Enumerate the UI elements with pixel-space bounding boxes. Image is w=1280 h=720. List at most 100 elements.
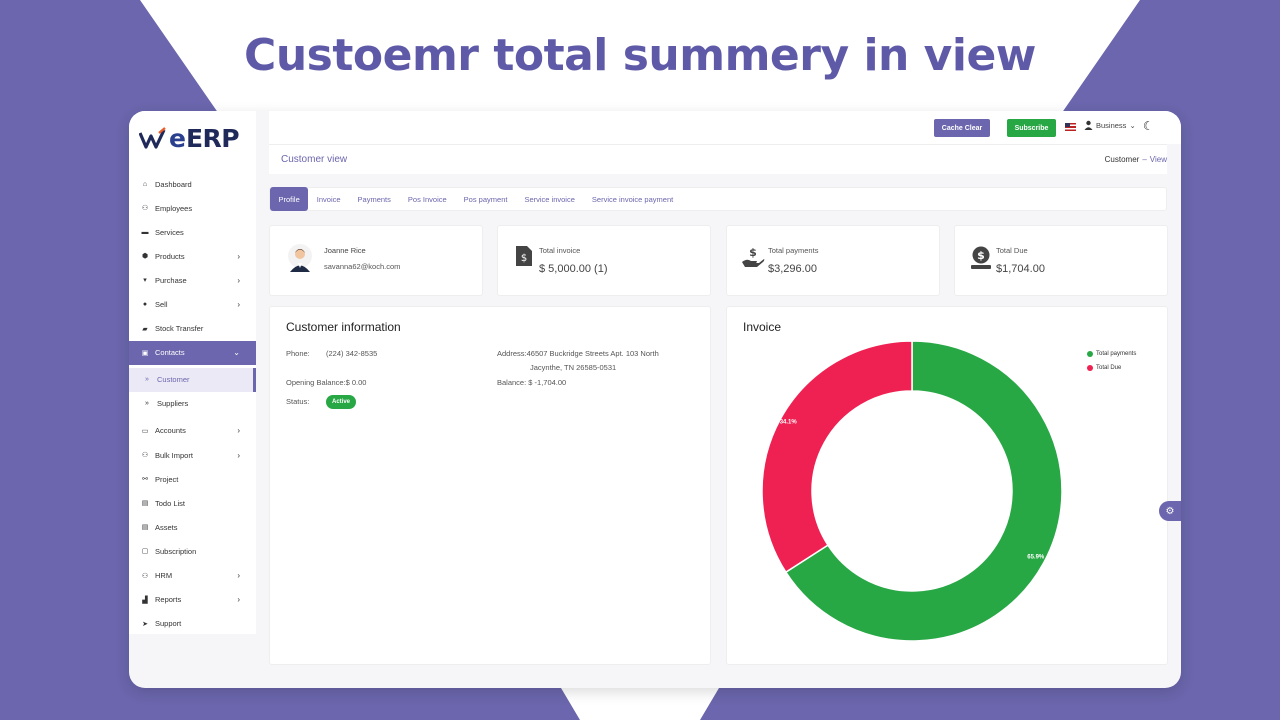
breadcrumb-customer[interactable]: Customer <box>1105 155 1140 164</box>
sidebar-item-label: Project <box>155 474 179 484</box>
invoice-icon: $ <box>512 246 536 272</box>
total-payments-card: $ Total payments $3,296.00 <box>726 225 940 296</box>
sidebar-item-purchase[interactable]: ▾ Purchase › <box>129 268 256 292</box>
briefcase-icon: ▬ <box>141 228 149 236</box>
total-due-label: Total Due <box>996 246 1028 255</box>
business-dropdown[interactable]: Business ⌄ <box>1084 120 1136 130</box>
sell-icon: ● <box>142 301 148 309</box>
contacts-icon: ▣ <box>141 349 149 357</box>
sidebar-item-label: Customer <box>157 375 190 385</box>
app-window: e ERP ⌂ Dashboard ⚇ Employees ▬ Services ⬢ Pr… <box>129 111 1181 688</box>
home-icon: ⌂ <box>142 180 148 188</box>
tab-pos-payment[interactable]: Pos payment <box>455 187 516 211</box>
sidebar-item-accounts[interactable]: ▭ Accounts › <box>129 419 256 443</box>
customer-email: savanna62@koch.com <box>324 262 401 271</box>
chevron-right-icon: › <box>237 426 240 436</box>
sidebar-item-employees[interactable]: ⚇ Employees <box>129 196 256 220</box>
status-badge: Active <box>326 395 356 409</box>
legend-item-total-due[interactable]: Total Due <box>1087 361 1136 375</box>
sidebar-item-label: Products <box>155 251 185 261</box>
balance: Balance: $ -1,704.00 <box>497 378 567 387</box>
address-line-2: Jacynthe, TN 26585-0531 <box>530 363 617 372</box>
subscription-icon: ▢ <box>141 548 149 556</box>
sidebar-item-products[interactable]: ⬢ Products › <box>129 244 256 268</box>
list-icon: ▤ <box>141 500 149 508</box>
sidebar-item-label: Reports <box>155 595 182 605</box>
cache-clear-button[interactable]: Cache Clear <box>934 119 990 137</box>
sidebar-item-customer[interactable]: » Customer <box>129 367 256 392</box>
sidebar-item-label: Services <box>155 227 184 237</box>
legend-label: Total payments <box>1096 351 1137 357</box>
tab-payments[interactable]: Payments <box>349 187 399 211</box>
tab-invoice[interactable]: Invoice <box>308 187 349 211</box>
sidebar-item-hrm[interactable]: ⚇ HRM › <box>129 564 256 588</box>
chart-icon: ▟ <box>142 596 148 604</box>
chevron-right-icon: › <box>237 595 240 605</box>
sidebar-item-support[interactable]: ➤ Support <box>129 612 256 636</box>
customer-tabs: Profile Invoice Payments Pos Invoice Pos… <box>269 187 1167 211</box>
page-header: Customer view Customer – View <box>269 144 1167 174</box>
sidebar-item-sell[interactable]: ● Sell › <box>129 292 256 316</box>
sidebar-item-label: Dashboard <box>155 179 192 189</box>
sidebar-item-stock-transfer[interactable]: ▰ Stock Transfer <box>129 317 256 341</box>
status-label: Status: <box>286 397 310 406</box>
topbar: Cache Clear Subscribe Business ⌄ ☾ <box>269 111 1181 144</box>
sidebar-item-bulk-import[interactable]: ⚇ Bulk Import › <box>129 443 256 467</box>
total-payments-label: Total payments <box>768 246 819 255</box>
accounts-icon: ▭ <box>141 427 149 435</box>
total-invoice-value: $ 5,000.00 (1) <box>539 263 608 275</box>
legend-swatch-payments <box>1087 351 1093 357</box>
sidebar-item-label: Todo List <box>155 498 186 508</box>
chart-legend: Total payments Total Due <box>1087 347 1136 375</box>
users-icon: ⚇ <box>141 572 149 580</box>
legend-item-total-payments[interactable]: Total payments <box>1087 347 1136 361</box>
users-icon: ⚇ <box>141 452 149 460</box>
logo-mark-icon <box>139 127 166 149</box>
sidebar-item-project[interactable]: ⚯ Project <box>129 467 256 491</box>
sidebar-item-suppliers[interactable]: » Suppliers <box>129 391 256 416</box>
sidebar-item-todo-list[interactable]: ▤ Todo List <box>129 491 256 515</box>
sidebar-item-contacts[interactable]: ▣ Contacts ⌄ <box>129 340 256 365</box>
total-due-value: $1,704.00 <box>996 263 1045 275</box>
sidebar-item-assets[interactable]: ▤ Assets <box>129 515 256 539</box>
sidebar-item-label: Assets <box>155 522 178 532</box>
legend-swatch-due <box>1087 365 1093 371</box>
chevron-right-icon: » <box>145 400 149 408</box>
address-line-1: Address:46507 Buckridge Streets Apt. 103… <box>497 349 659 358</box>
sidebar-item-reports[interactable]: ▟ Reports › <box>129 588 256 612</box>
breadcrumb: Customer – View <box>1105 155 1167 164</box>
sidebar-item-label: Employees <box>155 203 193 213</box>
sidebar-item-label: Support <box>155 619 182 629</box>
users-icon: ⚇ <box>141 205 149 213</box>
sidebar-item-subscription[interactable]: ▢ Subscription <box>129 539 256 563</box>
business-label: Business <box>1096 120 1127 130</box>
data-label-slice-total-payments: 65.9% <box>1027 555 1045 561</box>
tab-service-invoice-payment[interactable]: Service invoice payment <box>583 187 681 211</box>
breadcrumb-view: View <box>1149 155 1167 164</box>
tab-profile[interactable]: Profile <box>270 187 309 211</box>
customer-information-card: Customer information Phone: (224) 342-85… <box>269 306 711 665</box>
slice-total-due[interactable] <box>761 340 913 574</box>
sidebar-item-label: Stock Transfer <box>155 324 204 334</box>
logo[interactable]: e ERP <box>139 121 240 155</box>
dark-mode-moon-icon[interactable]: ☾ <box>1143 119 1154 133</box>
tab-service-invoice[interactable]: Service invoice <box>516 187 583 211</box>
sidebar-item-services[interactable]: ▬ Services <box>129 220 256 244</box>
subscribe-button[interactable]: Subscribe <box>1007 119 1056 137</box>
chevron-right-icon: › <box>237 275 240 285</box>
sidebar-item-label: Bulk Import <box>155 450 193 460</box>
sidebar-item-dashboard[interactable]: ⌂ Dashboard <box>129 172 256 196</box>
sidebar-item-label: Contacts <box>155 348 185 358</box>
logo-text-e: e <box>169 123 186 153</box>
phone-label: Phone: <box>286 349 310 358</box>
us-flag-icon[interactable] <box>1065 123 1076 131</box>
tab-pos-invoice[interactable]: Pos Invoice <box>399 187 455 211</box>
avatar <box>288 244 312 272</box>
settings-gear-icon[interactable]: ⚙ <box>1159 501 1181 521</box>
sidebar-item-label: Sell <box>155 300 168 310</box>
invoice-chart-card: Invoice 65.9% 34.1% Total payments Total … <box>726 306 1168 665</box>
page-title: Customer view <box>281 154 348 165</box>
breadcrumb-separator: – <box>1142 155 1147 164</box>
chevron-down-icon: ⌄ <box>1129 120 1136 130</box>
svg-text:$: $ <box>521 253 527 264</box>
